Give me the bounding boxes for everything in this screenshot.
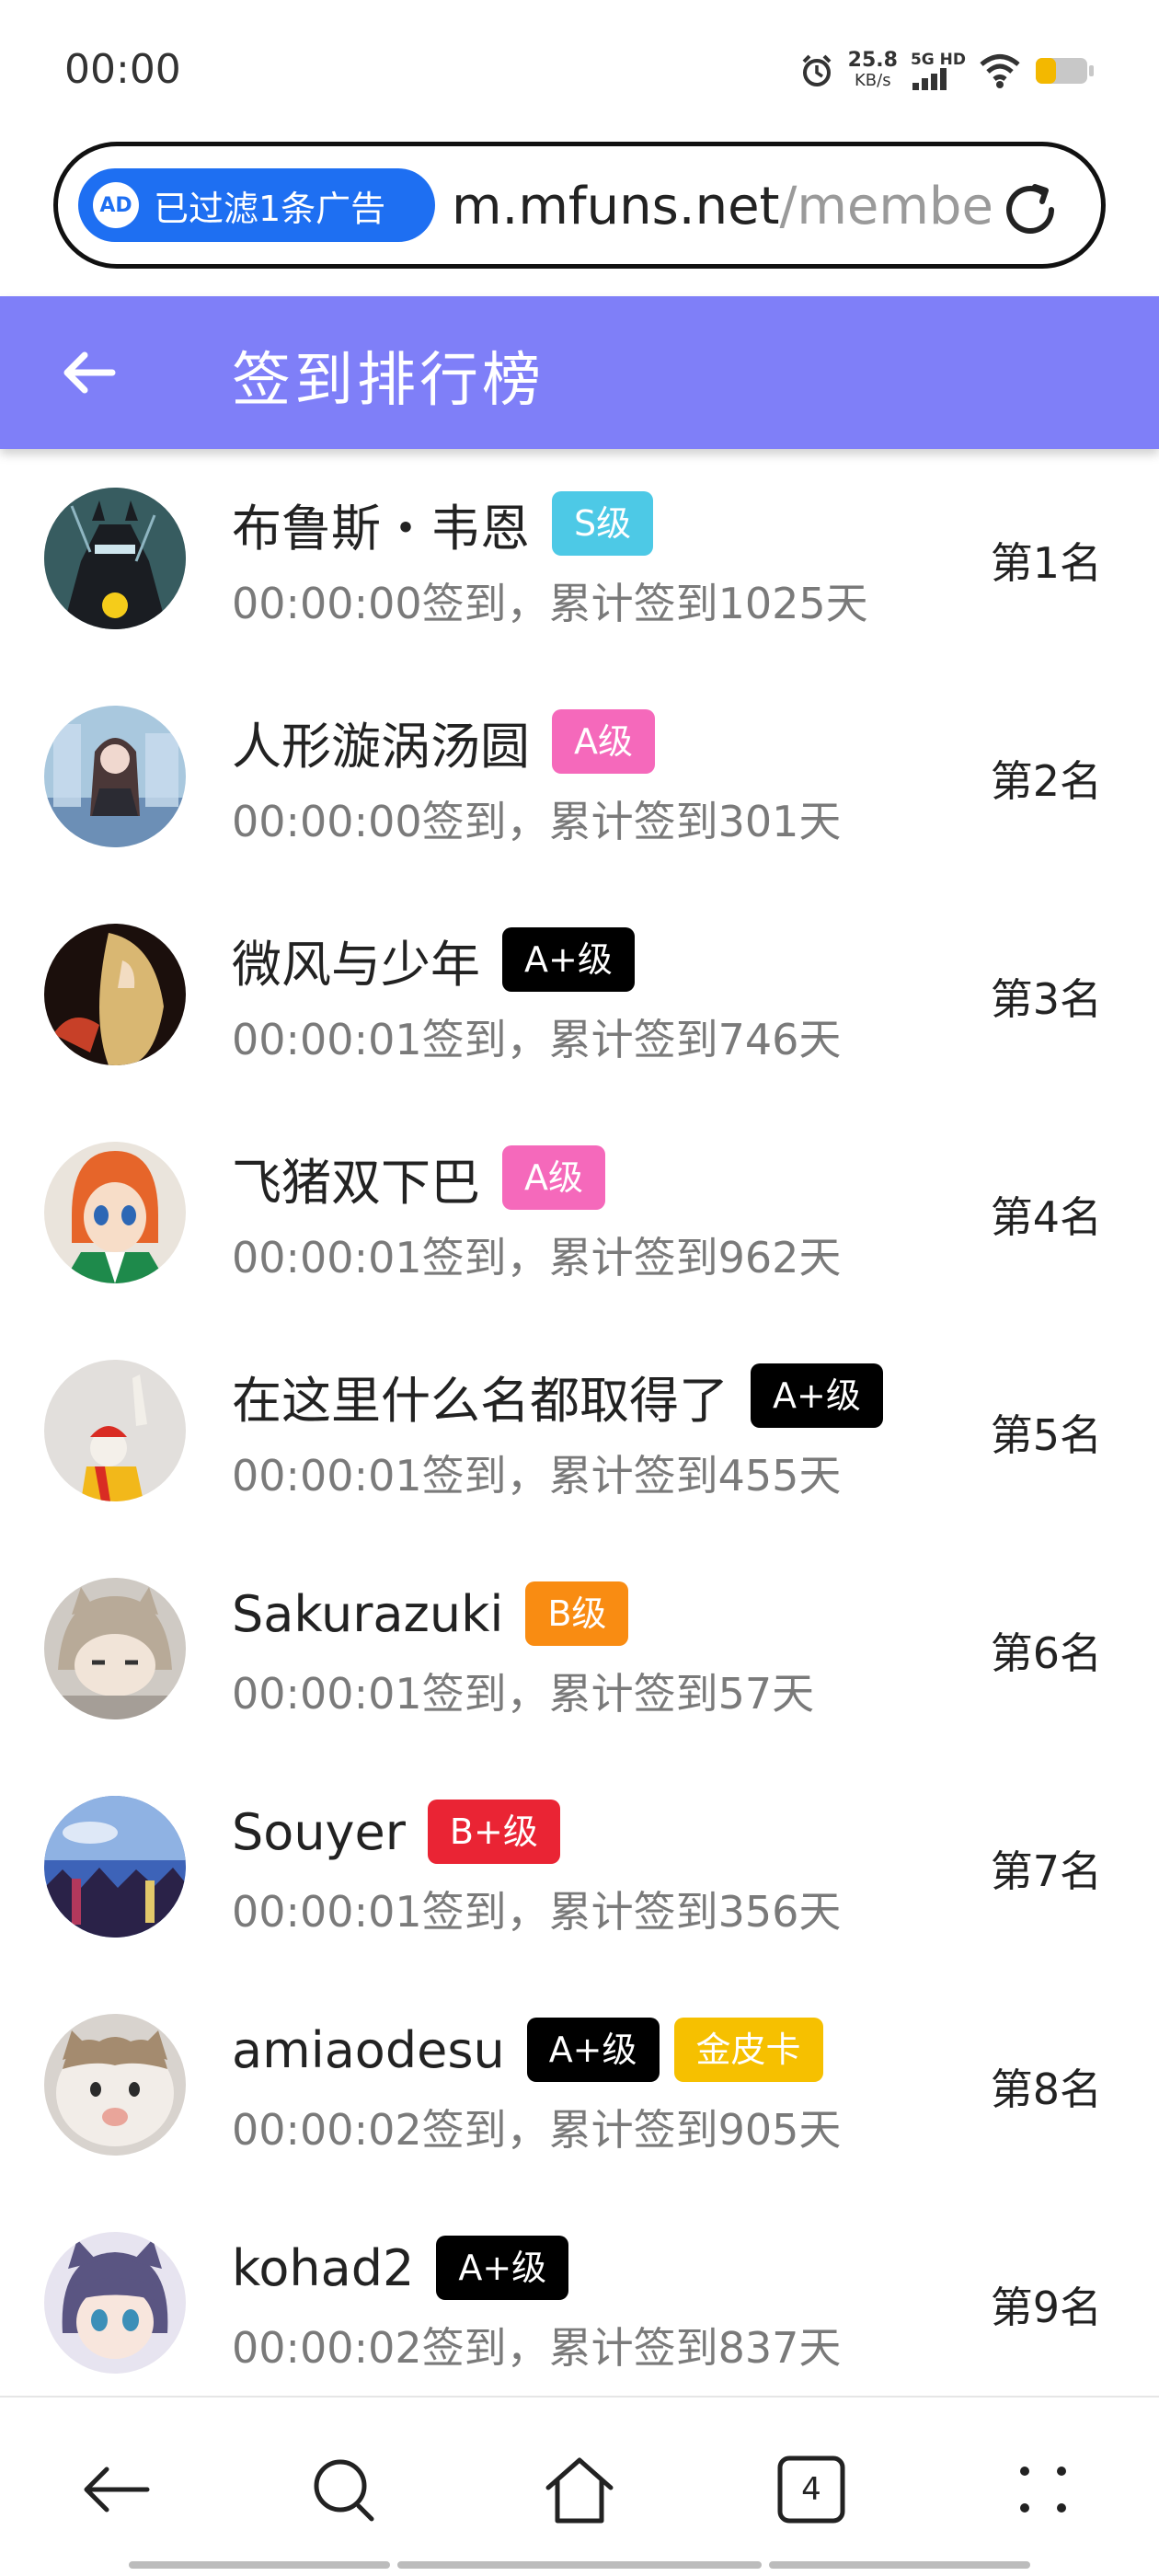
nav-search-button[interactable]: [307, 2453, 381, 2526]
search-icon: [314, 2459, 374, 2522]
rank-label: 第6名: [990, 1628, 1102, 1678]
bottom-nav: 4: [0, 2396, 1159, 2576]
rank-label: 第9名: [990, 2283, 1102, 2332]
nav-home-button[interactable]: [543, 2453, 616, 2526]
list-item[interactable]: kohad2 A+级 00:00:02签到，累计签到837天 第9名: [0, 2195, 1159, 2413]
rank-label: 第1名: [990, 538, 1102, 588]
wifi-icon: [980, 54, 1020, 88]
user-name: Souyer: [232, 1802, 406, 1861]
user-name: Sakurazuki: [232, 1584, 504, 1643]
url-path: /membe: [779, 178, 993, 236]
checkin-info: 00:00:01签到，累计签到746天: [232, 1015, 842, 1064]
network-speed: 25.8 KB/s: [848, 51, 898, 91]
speed-unit: KB/s: [855, 71, 891, 90]
level-badge: B级: [525, 1581, 629, 1646]
user-name: 人形漩涡汤圆: [232, 717, 530, 776]
ad-block-icon: AD: [93, 182, 139, 228]
list-item[interactable]: Souyer B+级 00:00:01签到，累计签到356天 第7名: [0, 1759, 1159, 1977]
rank-label: 第7名: [990, 1846, 1102, 1896]
nav-back-button[interactable]: [79, 2453, 153, 2526]
level-badge: A+级: [502, 927, 635, 992]
avatar: [44, 1796, 186, 1938]
user-name: amiaodesu: [232, 2020, 505, 2079]
back-arrow-icon[interactable]: [59, 342, 120, 403]
status-icons: 25.8 KB/s 5G HD: [798, 48, 1095, 94]
level-badge: A+级: [436, 2236, 569, 2300]
level-badge: B+级: [427, 1800, 560, 1864]
ad-filter-pill[interactable]: AD 已过滤1条广告: [78, 168, 435, 242]
signal-icon: [912, 68, 947, 90]
level-badge: A+级: [751, 1363, 883, 1428]
url-domain: m.mfuns.net: [452, 178, 780, 236]
level-badge: A+级: [526, 2018, 660, 2082]
nav-tabs-button[interactable]: 4: [775, 2453, 848, 2526]
gold-card-badge: 金皮卡: [673, 2018, 823, 2082]
gesture-bar: [397, 2561, 762, 2569]
avatar: [44, 1360, 186, 1501]
speed-value: 25.8: [847, 49, 898, 72]
reload-icon[interactable]: [998, 178, 1062, 242]
checkin-info: 00:00:01签到，累计签到356天: [232, 1887, 842, 1937]
gesture-bar: [769, 2561, 1030, 2569]
avatar: [44, 706, 186, 847]
avatar: [44, 1142, 186, 1283]
network-type: 5G HD: [910, 51, 966, 69]
rank-label: 第3名: [990, 974, 1102, 1024]
rank-label: 第5名: [990, 1410, 1102, 1460]
user-name: kohad2: [232, 2238, 415, 2297]
gesture-bar: [129, 2561, 390, 2569]
checkin-info: 00:00:01签到，累计签到962天: [232, 1233, 842, 1282]
address-bar[interactable]: AD 已过滤1条广告 m.mfuns.net/membe: [53, 142, 1106, 269]
avatar: [44, 2232, 186, 2374]
user-name: 布鲁斯・韦恩: [232, 499, 530, 558]
list-item[interactable]: 飞猪双下巴 A级 00:00:01签到，累计签到962天 第4名: [0, 1105, 1159, 1323]
nav-menu-button[interactable]: [1006, 2453, 1080, 2526]
checkin-info: 00:00:02签到，累计签到837天: [232, 2323, 842, 2373]
status-bar: 00:00 25.8 KB/s 5G HD: [0, 0, 1159, 138]
ranking-list: 布鲁斯・韦恩 S级 00:00:00签到，累计签到1025天 第1名 人形漩涡汤…: [0, 451, 1159, 2413]
avatar: [44, 488, 186, 629]
status-time: 00:00: [64, 46, 181, 93]
rank-label: 第8名: [990, 2064, 1102, 2114]
avatar: [44, 2014, 186, 2156]
avatar: [44, 924, 186, 1065]
list-item[interactable]: 在这里什么名都取得了 A+级 00:00:01签到，累计签到455天 第5名: [0, 1323, 1159, 1541]
back-icon: [84, 2467, 150, 2513]
list-item[interactable]: 布鲁斯・韦恩 S级 00:00:00签到，累计签到1025天 第1名: [0, 451, 1159, 669]
home-icon: [545, 2457, 614, 2524]
list-item[interactable]: amiaodesu A+级 金皮卡 00:00:02签到，累计签到905天 第8…: [0, 1977, 1159, 2195]
checkin-info: 00:00:02签到，累计签到905天: [232, 2105, 842, 2155]
level-badge: A级: [502, 1145, 605, 1210]
user-name: 微风与少年: [232, 935, 480, 994]
page-title: 签到排行榜: [232, 347, 545, 415]
app-header: 签到排行榜: [0, 296, 1159, 449]
list-item[interactable]: 人形漩涡汤圆 A级 00:00:00签到，累计签到301天 第2名: [0, 669, 1159, 887]
rank-label: 第2名: [990, 756, 1102, 806]
rank-label: 第4名: [990, 1192, 1102, 1242]
user-name: 飞猪双下巴: [232, 1153, 480, 1212]
ad-filter-text: 已过滤1条广告: [154, 188, 386, 229]
battery-icon: [1036, 58, 1094, 84]
list-item[interactable]: Sakurazuki B级 00:00:01签到，累计签到57天 第6名: [0, 1541, 1159, 1759]
level-badge: A级: [552, 709, 655, 774]
checkin-info: 00:00:01签到，累计签到57天: [232, 1669, 815, 1719]
url-text[interactable]: m.mfuns.net/membe: [452, 178, 1008, 236]
alarm-icon: [802, 54, 832, 86]
avatar: [44, 1578, 186, 1719]
checkin-info: 00:00:00签到，累计签到1025天: [232, 579, 868, 628]
checkin-info: 00:00:01签到，累计签到455天: [232, 1451, 842, 1501]
menu-icon: [1020, 2467, 1066, 2513]
level-badge: S级: [552, 491, 654, 556]
user-name: 在这里什么名都取得了: [232, 1371, 729, 1430]
checkin-info: 00:00:00签到，累计签到301天: [232, 797, 842, 846]
list-item[interactable]: 微风与少年 A+级 00:00:01签到，累计签到746天 第3名: [0, 887, 1159, 1105]
tab-count: 4: [801, 2471, 821, 2508]
